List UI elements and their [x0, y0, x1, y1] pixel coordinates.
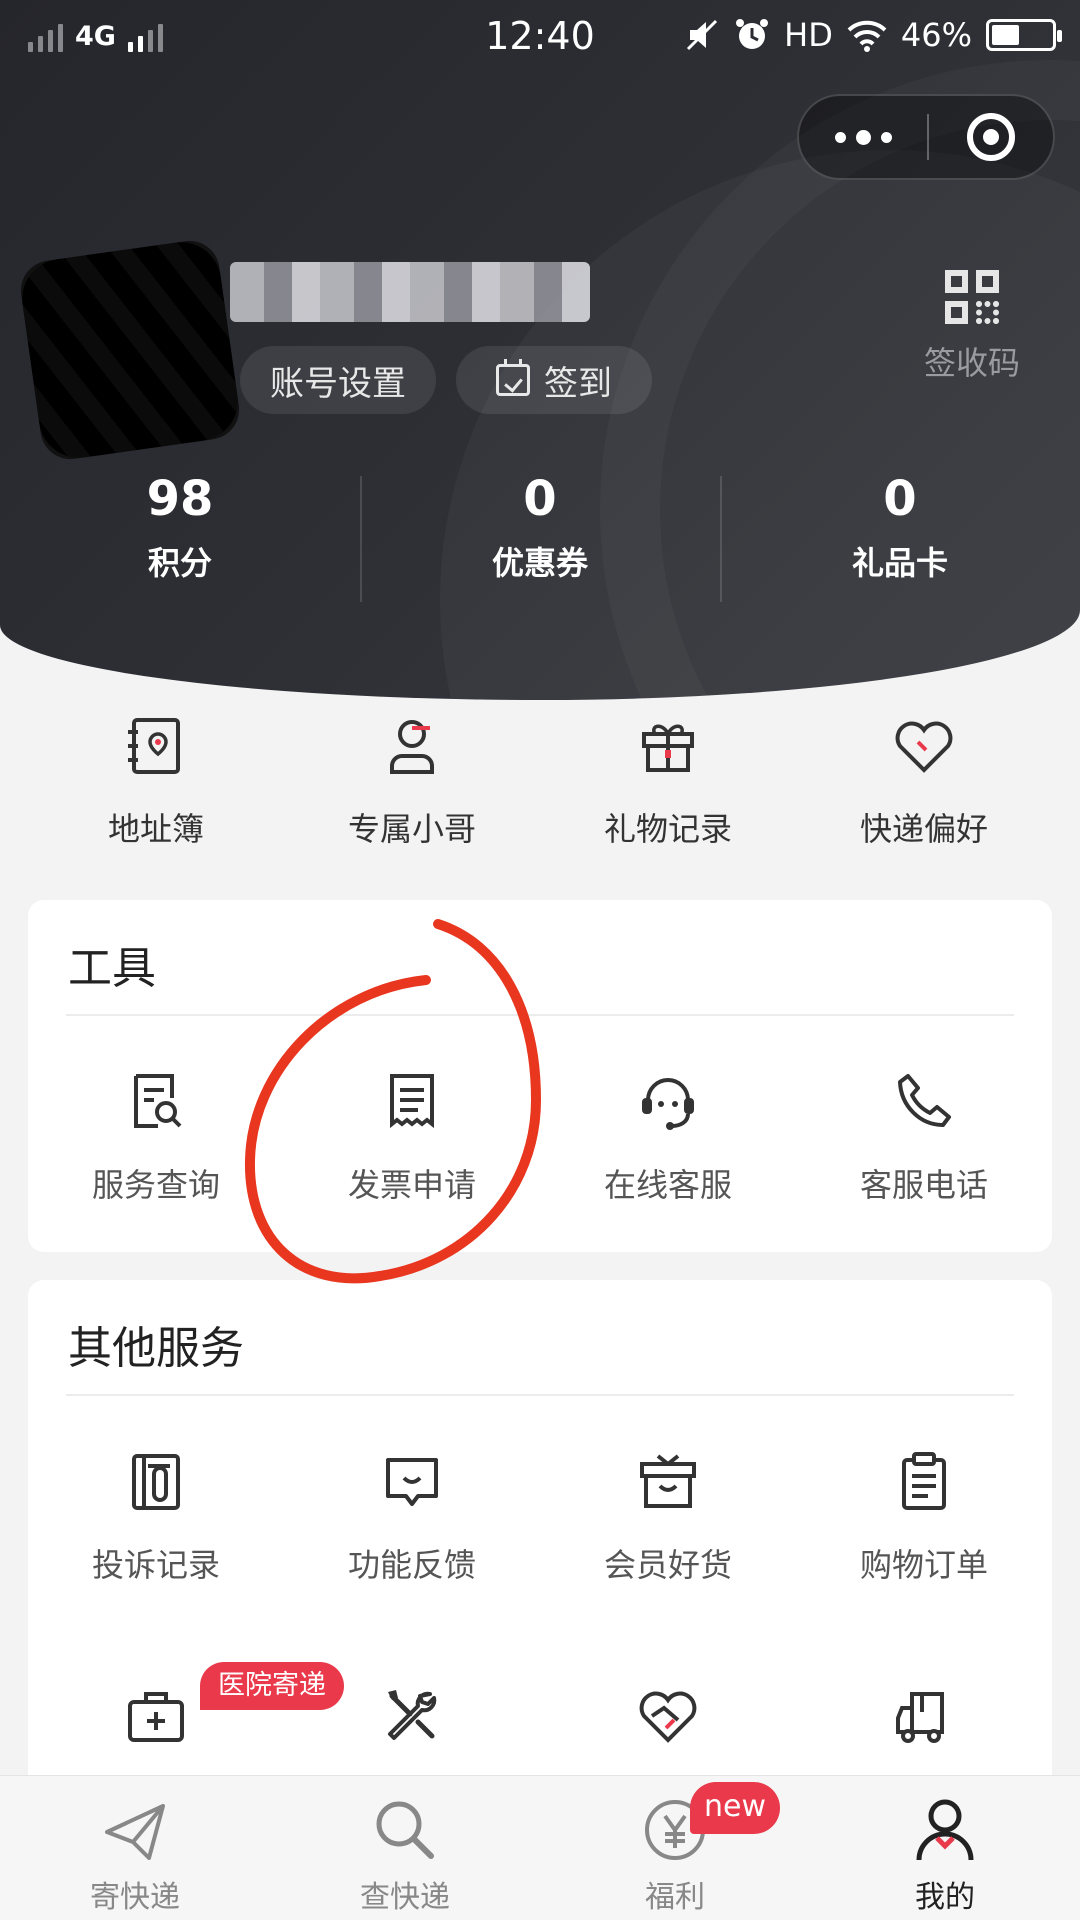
tools-icon	[388, 1690, 437, 1740]
tool-label: 发票申请	[347, 1166, 476, 1204]
quick-courier[interactable]: 专属小哥	[284, 710, 540, 850]
send-icon	[105, 1804, 165, 1860]
stat-value: 0	[883, 471, 917, 527]
wifi-icon	[847, 20, 887, 52]
nav-label: 查快递	[360, 1880, 450, 1915]
nav-label: 寄快递	[90, 1880, 180, 1915]
tools-title: 工具	[68, 943, 156, 994]
heart-icon	[895, 721, 953, 773]
services-row-2	[28, 1680, 1052, 1774]
phone-icon	[898, 1074, 951, 1127]
redaction-scribble	[17, 237, 243, 463]
service-complaint-records[interactable]: 投诉记录	[28, 1446, 284, 1586]
courier-icon	[390, 720, 434, 774]
complaint-icon	[132, 1454, 180, 1510]
service-label: 投诉记录	[91, 1546, 220, 1584]
search-icon	[376, 1801, 434, 1859]
clipboard-icon	[902, 1452, 946, 1510]
service-label: 会员好货	[603, 1546, 732, 1584]
headset-icon	[642, 1078, 694, 1130]
calendar-check-icon	[496, 359, 530, 396]
nav-label: 福利	[645, 1880, 705, 1915]
hd-label: HD	[784, 16, 833, 54]
battery-icon	[986, 19, 1062, 51]
quick-label: 专属小哥	[347, 810, 476, 848]
quick-gift-records[interactable]: 礼物记录	[540, 710, 796, 850]
new-badge: new	[690, 1782, 781, 1834]
sign-in-button[interactable]: 签到	[456, 346, 652, 414]
account-settings-label: 账号设置	[270, 363, 406, 404]
gift-icon	[642, 724, 694, 772]
stats-row: 98 积分 0 优惠券 0 礼品卡	[0, 470, 1080, 610]
miniprogram-capsule	[797, 94, 1055, 180]
avatar[interactable]	[17, 237, 243, 463]
truck-icon	[896, 1692, 944, 1743]
pickup-code-button[interactable]: 签收码	[912, 270, 1032, 384]
invoice-icon	[390, 1074, 434, 1129]
service-search-icon	[134, 1074, 182, 1128]
tool-invoice-application[interactable]: 发票申请	[284, 1066, 540, 1206]
username-redacted	[230, 262, 590, 322]
stat-label: 礼品卡	[851, 544, 948, 582]
alarm-icon	[736, 19, 769, 49]
nav-mine[interactable]: 我的	[810, 1776, 1080, 1920]
other-services-title: 其他服务	[68, 1323, 244, 1374]
service-member-goods[interactable]: 会员好货	[540, 1446, 796, 1586]
service-shopping-orders[interactable]: 购物订单	[796, 1446, 1052, 1586]
tool-service-query[interactable]: 服务查询	[28, 1066, 284, 1206]
quick-address-book[interactable]: 地址簿	[28, 710, 284, 850]
stat-value: 98	[146, 471, 214, 527]
quick-label: 快递偏好	[859, 810, 988, 848]
status-icons: HD 46%	[684, 16, 1062, 54]
medical-kit-icon	[128, 1692, 184, 1742]
tools-card: 工具 服务查询 发票申请 在线客服 客服电话	[28, 900, 1052, 1252]
service-label: 功能反馈	[347, 1546, 476, 1584]
divider	[66, 1014, 1014, 1016]
bottom-nav: 寄快递 查快递 福利 new 我的	[0, 1776, 1080, 1920]
close-miniprogram-button[interactable]	[929, 113, 1053, 161]
service-label: 购物订单	[859, 1546, 988, 1584]
tool-label: 服务查询	[91, 1166, 220, 1204]
quick-actions: 地址簿 专属小哥 礼物记录 快递偏好	[0, 710, 1080, 850]
quick-label: 地址簿	[107, 810, 204, 848]
pickup-code-label: 签收码	[923, 344, 1020, 382]
service-truck[interactable]	[796, 1680, 1052, 1774]
hospital-delivery-badge: 医院寄递	[200, 1662, 344, 1710]
sign-in-label: 签到	[544, 363, 612, 404]
quick-delivery-preference[interactable]: 快递偏好	[796, 710, 1052, 850]
quick-label: 礼物记录	[603, 810, 732, 848]
tools-row: 服务查询 发票申请 在线客服 客服电话	[28, 1066, 1052, 1206]
stat-label: 积分	[147, 544, 212, 582]
charity-heart-icon	[639, 1691, 697, 1743]
battery-percent: 46%	[900, 16, 972, 54]
feedback-icon	[386, 1458, 438, 1506]
tool-service-phone[interactable]: 客服电话	[796, 1066, 1052, 1206]
stat-gift-cards[interactable]: 0 礼品卡	[720, 470, 1080, 610]
nav-label: 我的	[915, 1880, 975, 1915]
tool-online-service[interactable]: 在线客服	[540, 1066, 796, 1206]
user-icon	[916, 1799, 974, 1861]
qr-code-icon	[945, 270, 999, 324]
tool-label: 在线客服	[603, 1166, 732, 1204]
status-bar: 4G 12:40 HD 46%	[0, 0, 1080, 80]
stat-points[interactable]: 98 积分	[0, 470, 360, 610]
stat-label: 优惠券	[491, 544, 588, 582]
address-book-icon	[128, 718, 180, 774]
account-settings-button[interactable]: 账号设置	[240, 346, 436, 414]
divider	[66, 1394, 1014, 1396]
target-icon	[967, 113, 1015, 161]
mute-icon	[687, 19, 718, 51]
nav-send-express[interactable]: 寄快递	[0, 1776, 270, 1920]
service-feedback[interactable]: 功能反馈	[284, 1446, 540, 1586]
more-button[interactable]	[799, 96, 927, 178]
service-charity[interactable]	[540, 1680, 796, 1774]
stat-value: 0	[523, 471, 557, 527]
member-goods-icon	[640, 1454, 696, 1508]
stat-coupons[interactable]: 0 优惠券	[360, 470, 720, 610]
nav-track-express[interactable]: 查快递	[270, 1776, 540, 1920]
services-row-1: 投诉记录 功能反馈 会员好货 购物订单	[28, 1446, 1052, 1586]
nav-welfare[interactable]: 福利 new	[540, 1776, 810, 1920]
tool-label: 客服电话	[859, 1166, 988, 1204]
